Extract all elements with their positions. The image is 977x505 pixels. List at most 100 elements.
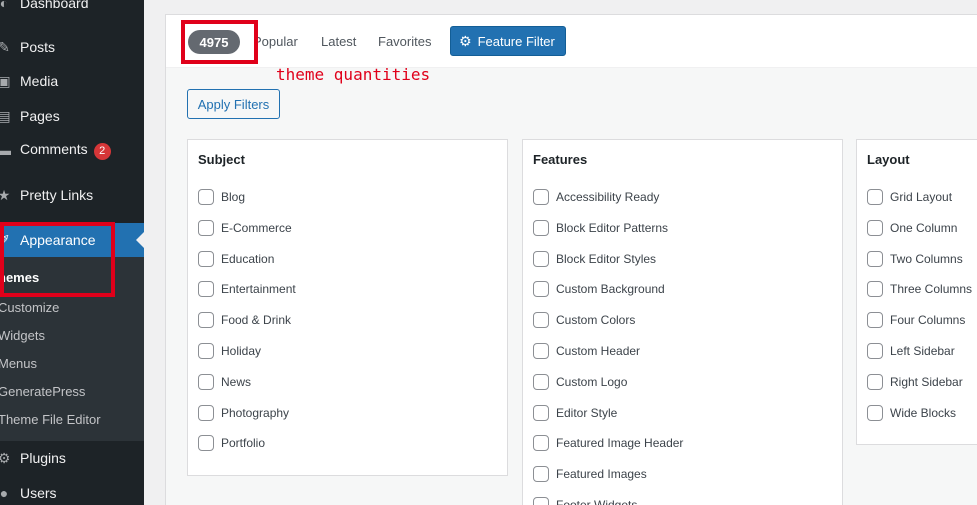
sidebar-item-label: Plugins: [20, 450, 66, 466]
layout-filter-panel: Layout Grid Layout One Column Two Columns T…: [856, 139, 977, 445]
filter-option[interactable]: Education: [198, 250, 274, 268]
sidebar-item-dashboard[interactable]: ◐ Dashboard: [0, 0, 144, 20]
filter-option[interactable]: Custom Background: [533, 280, 665, 298]
filter-checkbox[interactable]: [533, 343, 549, 359]
filter-checkbox[interactable]: [867, 189, 883, 205]
filter-checkbox[interactable]: [533, 373, 549, 390]
filter-checkbox[interactable]: [533, 312, 549, 329]
filter-checkbox[interactable]: [198, 343, 214, 359]
filter-checkbox[interactable]: [533, 435, 549, 452]
sidebar-item-label: Posts: [20, 39, 56, 55]
filter-option[interactable]: Two Columns: [867, 250, 963, 268]
filter-option[interactable]: Three Columns: [867, 280, 972, 298]
filter-option-label: Custom Logo: [556, 374, 628, 389]
filter-checkbox[interactable]: [867, 312, 883, 329]
dashboard-icon: ◐: [0, 0, 9, 11]
star-icon: ★: [0, 186, 11, 203]
filter-option-label: Accessibility Ready: [556, 190, 660, 204]
filter-option-label: Entertainment: [221, 282, 296, 297]
sidebar-item-plugins[interactable]: ⚙ Plugins: [0, 441, 144, 475]
filter-checkbox[interactable]: [198, 373, 214, 390]
sidebar-item-posts[interactable]: ✎ Posts: [0, 30, 144, 64]
sidebar-item-pages[interactable]: ▤ Pages: [0, 99, 144, 133]
filter-checkbox[interactable]: [198, 250, 214, 267]
apply-filters-button[interactable]: Apply Filters: [187, 89, 280, 119]
submenu-item-generatepress[interactable]: GeneratePress: [0, 384, 85, 399]
filter-option[interactable]: Accessibility Ready: [533, 188, 659, 206]
filter-option[interactable]: E-Commerce: [198, 219, 292, 237]
filter-option[interactable]: Wide Blocks: [867, 404, 956, 422]
filter-option[interactable]: Featured Images: [533, 465, 647, 483]
filter-link-popular[interactable]: Popular: [253, 34, 298, 49]
filter-option[interactable]: Featured Image Header: [533, 434, 683, 452]
sidebar-item-pretty-links[interactable]: ★ Pretty Links: [0, 178, 144, 212]
filter-option[interactable]: Food & Drink: [198, 311, 291, 329]
filter-link-latest[interactable]: Latest: [321, 34, 356, 49]
filter-checkbox[interactable]: [533, 497, 549, 505]
filter-option-label: Left Sidebar: [890, 344, 955, 358]
filter-checkbox[interactable]: [198, 312, 214, 329]
filter-checkbox[interactable]: [533, 404, 549, 421]
filter-checkbox[interactable]: [867, 219, 883, 236]
filter-option[interactable]: Block Editor Styles: [533, 250, 656, 268]
plugin-icon: ⚙: [0, 449, 11, 466]
theme-filter-bar: 4975 Popular Latest Favorites ⚙ Feature …: [166, 15, 977, 68]
sidebar-item-comments[interactable]: ▬ Comments 2: [0, 133, 144, 167]
filter-option[interactable]: Custom Header: [533, 342, 640, 360]
filter-checkbox[interactable]: [533, 466, 549, 483]
filter-option-label: One Column: [890, 220, 958, 235]
filter-option-label: Block Editor Styles: [556, 251, 657, 266]
filter-checkbox[interactable]: [533, 281, 549, 298]
filter-checkbox[interactable]: [198, 404, 214, 421]
filter-option[interactable]: Left Sidebar: [867, 342, 955, 360]
filter-checkbox[interactable]: [867, 343, 883, 359]
filter-link-favorites[interactable]: Favorites: [378, 34, 431, 49]
filter-checkbox[interactable]: [867, 250, 883, 267]
filter-option[interactable]: Custom Logo: [533, 373, 627, 391]
filter-option-label: Featured Images: [556, 467, 647, 482]
filter-checkbox[interactable]: [533, 189, 549, 205]
filter-option[interactable]: Blog: [198, 188, 245, 206]
filter-option[interactable]: Entertainment: [198, 280, 296, 298]
submenu-item-menus[interactable]: Menus: [0, 356, 37, 371]
filter-checkbox[interactable]: [867, 373, 883, 390]
filter-checkbox[interactable]: [533, 250, 549, 267]
filter-checkbox[interactable]: [198, 281, 214, 298]
feature-filter-label: Feature Filter: [477, 33, 555, 49]
filter-checkbox[interactable]: [198, 435, 214, 452]
filter-checkbox[interactable]: [867, 281, 883, 298]
comments-icon: ▬: [0, 142, 11, 158]
filter-option[interactable]: Photography: [198, 404, 289, 422]
filter-checkbox[interactable]: [867, 404, 883, 421]
sidebar-item-media[interactable]: ▣ Media: [0, 64, 144, 98]
feature-filter-button[interactable]: ⚙ Feature Filter: [450, 26, 566, 56]
filter-option-label: Right Sidebar: [890, 374, 963, 389]
filter-checkbox[interactable]: [198, 189, 214, 205]
annotation-label: theme quantities: [276, 65, 431, 84]
filter-option-label: Food & Drink: [221, 313, 292, 328]
gear-icon: ⚙: [459, 32, 472, 49]
submenu-item-customize[interactable]: Customize: [0, 300, 59, 315]
filter-option[interactable]: Footer Widgets: [533, 496, 637, 505]
filter-option-label: Grid Layout: [890, 190, 953, 204]
filter-checkbox[interactable]: [198, 219, 214, 236]
submenu-item-widgets[interactable]: Widgets: [0, 328, 45, 343]
filter-option[interactable]: Grid Layout: [867, 188, 952, 206]
filter-option[interactable]: Four Columns: [867, 311, 965, 329]
filter-option[interactable]: Right Sidebar: [867, 373, 963, 391]
filter-option[interactable]: News: [198, 373, 251, 391]
sidebar-item-users[interactable]: ● Users: [0, 476, 144, 505]
filter-option[interactable]: One Column: [867, 219, 957, 237]
filter-option-label: Featured Image Header: [556, 436, 684, 451]
submenu-item-theme-file-editor[interactable]: Theme File Editor: [0, 412, 101, 427]
filter-option[interactable]: Block Editor Patterns: [533, 219, 668, 237]
filter-option[interactable]: Editor Style: [533, 404, 617, 422]
filter-option[interactable]: Holiday: [198, 342, 261, 360]
filter-option-label: Three Columns: [890, 282, 973, 297]
filter-option[interactable]: Custom Colors: [533, 311, 635, 329]
filter-option-label: Custom Colors: [556, 313, 636, 328]
filter-option-label: Photography: [221, 405, 290, 420]
filter-checkbox[interactable]: [533, 219, 549, 236]
panel-title-features: Features: [533, 152, 588, 167]
filter-option[interactable]: Portfolio: [198, 434, 265, 452]
